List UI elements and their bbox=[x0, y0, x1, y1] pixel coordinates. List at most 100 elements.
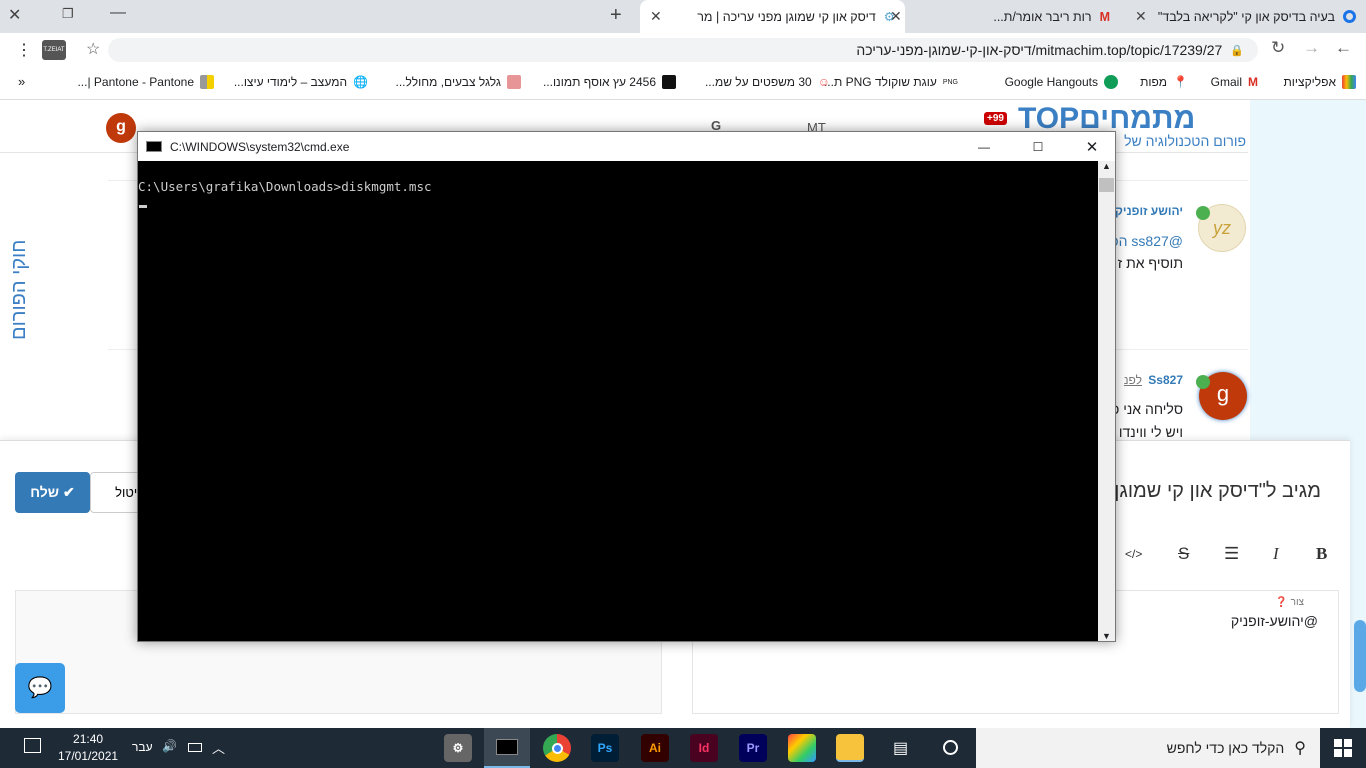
tab-active[interactable]: ⚙ דיסק און קי שמוגן מפני עריכה | מר ✕ bbox=[640, 0, 905, 33]
cmd-titlebar[interactable]: C:\WINDOWS\system32\cmd.exe — ☐ ✕ bbox=[138, 132, 1115, 161]
post-text: תוסיף את ז bbox=[1117, 255, 1183, 271]
post-text: סליחה אני כ bbox=[1111, 401, 1183, 417]
list-icon[interactable]: ☰ bbox=[1224, 544, 1239, 564]
online-status-icon bbox=[1196, 206, 1210, 220]
clock[interactable]: 21:40 17/01/2021 bbox=[58, 731, 118, 765]
chevron-up-icon[interactable]: ︿ bbox=[212, 738, 225, 757]
gmail-icon: M bbox=[1099, 9, 1110, 24]
close-tab-icon[interactable]: ✕ bbox=[890, 8, 902, 25]
apps-grid-icon bbox=[1342, 75, 1356, 89]
post-author[interactable]: Ss827 bbox=[1148, 373, 1183, 387]
chrome-icon[interactable] bbox=[543, 734, 571, 762]
bookmark-colorwheel[interactable]: גלגל צבעים, מחולל... bbox=[396, 75, 521, 89]
post-time[interactable]: לפנ bbox=[1124, 373, 1142, 387]
photoshop-icon[interactable]: Ps bbox=[591, 734, 619, 762]
reload-icon[interactable]: ↻ bbox=[1271, 38, 1285, 58]
forum-rules-tab[interactable]: חוקי הפורום bbox=[8, 240, 38, 350]
png-icon: PNG bbox=[942, 78, 958, 86]
cmd-scrollbar[interactable]: ▲ ▼ bbox=[1098, 161, 1115, 641]
windows-start-icon[interactable] bbox=[1334, 739, 1352, 757]
file-explorer-icon[interactable] bbox=[836, 734, 864, 762]
cmd-output-line: C:\Users\grafika\Downloads>diskmgmt.msc bbox=[138, 179, 432, 194]
address-bar[interactable]: 🔒 mitmachim.top/topic/17239/27/דיסק-און-… bbox=[108, 38, 1258, 62]
creative-cloud-icon[interactable] bbox=[788, 734, 816, 762]
bookmark-apps[interactable]: אפליקציות bbox=[1284, 75, 1356, 89]
color-swatch-icon bbox=[507, 75, 521, 89]
tab-title: רות ריבר אומר/ת... bbox=[993, 9, 1092, 24]
star-icon[interactable]: ☆ bbox=[86, 39, 100, 59]
taskbar-search[interactable]: ⚲ הקלד כאן כדי לחפש bbox=[976, 728, 1320, 768]
battery-icon[interactable] bbox=[188, 743, 202, 752]
gmail-icon: M bbox=[1248, 75, 1258, 89]
volume-icon[interactable]: 🔊 bbox=[162, 739, 177, 753]
submit-button[interactable]: שלח ✔ bbox=[15, 472, 90, 513]
bookmark-gmail[interactable]: M Gmail bbox=[1211, 75, 1258, 89]
tab-gmail[interactable]: M רות ריבר אומר/ת... ✕ bbox=[880, 0, 1120, 33]
help-icon[interactable]: ❓ bbox=[1275, 597, 1287, 608]
notification-badge[interactable]: +99 bbox=[984, 112, 1007, 125]
post-author[interactable]: יהושע זופניק bbox=[1115, 204, 1183, 218]
bookmark-label: המעצב – לימודי עיצו... bbox=[233, 75, 348, 89]
bookmark-hangouts[interactable]: Google Hangouts bbox=[1005, 75, 1118, 89]
strikethrough-icon[interactable]: S bbox=[1178, 544, 1189, 564]
bookmark-pantone[interactable]: Pantone - Pantone |... bbox=[77, 75, 214, 89]
language-indicator[interactable]: עבר bbox=[132, 740, 153, 754]
menu-icon[interactable]: ⋮ bbox=[16, 40, 32, 60]
lock-icon: 🔒 bbox=[1230, 44, 1244, 57]
copyleft-icon bbox=[662, 75, 676, 89]
smiley-icon: ☺ bbox=[817, 75, 830, 89]
bookmark-label: עוגת שוקולד PNG ת... bbox=[823, 75, 937, 89]
maximize-icon[interactable]: ☐ bbox=[1015, 140, 1061, 154]
editor-content: @יהושע-זופניק bbox=[1230, 613, 1318, 629]
post-text: ויש לי ווינדו bbox=[1118, 424, 1183, 440]
close-tab-icon[interactable]: ✕ bbox=[650, 8, 662, 25]
bookmark-label: גלגל צבעים, מחולל... bbox=[395, 75, 501, 89]
restore-window-icon[interactable]: ❐ bbox=[62, 6, 74, 22]
composer-title: מגיב ל"דיסק און קי שמוגן bbox=[1114, 480, 1321, 502]
new-tab-button[interactable]: + bbox=[610, 4, 622, 27]
close-window-icon[interactable]: ✕ bbox=[8, 5, 21, 25]
submit-label: שלח bbox=[30, 484, 60, 500]
code-icon[interactable]: </> bbox=[1125, 547, 1142, 561]
chat-button[interactable]: 💬 bbox=[15, 663, 65, 713]
premiere-icon[interactable]: Pr bbox=[739, 734, 767, 762]
close-tab-icon[interactable]: ✕ bbox=[1135, 8, 1147, 25]
user-avatar[interactable]: g bbox=[106, 113, 136, 143]
cmd-cursor bbox=[139, 205, 147, 208]
tab-disk[interactable]: בעיה בדיסק און קי "לקריאה בלבד" ✕ bbox=[1125, 0, 1366, 33]
notifications-icon[interactable] bbox=[24, 738, 41, 753]
bold-icon[interactable]: B bbox=[1316, 544, 1327, 564]
task-view-icon[interactable]: ▤ bbox=[893, 738, 908, 758]
bookmark-sentences[interactable]: ☺ 30 משפטים על שמ... bbox=[705, 75, 830, 89]
tab-title: דיסק און קי שמוגן מפני עריכה | מר bbox=[697, 9, 876, 24]
taskbar-cmd[interactable] bbox=[484, 728, 530, 768]
bookmark-label: 2456 עץ אוסף תמונו... bbox=[542, 75, 656, 89]
minimize-icon[interactable]: — bbox=[961, 140, 1007, 154]
bookmarks-bar: » אפליקציות M Gmail 📍 מפות Google Hangouts… bbox=[0, 66, 1366, 100]
forward-icon[interactable]: ← bbox=[1335, 38, 1352, 58]
italic-icon[interactable]: I bbox=[1273, 544, 1279, 564]
bookmark-maps[interactable]: 📍 מפות bbox=[1140, 75, 1188, 89]
bookmark-images[interactable]: 2456 עץ אוסף תמונו... bbox=[543, 75, 676, 89]
indesign-icon[interactable]: Id bbox=[690, 734, 718, 762]
illustrator-icon[interactable]: Ai bbox=[641, 734, 669, 762]
cortana-icon[interactable] bbox=[943, 740, 958, 755]
more-bookmarks-button[interactable]: » bbox=[18, 74, 25, 89]
close-icon[interactable]: ✕ bbox=[1069, 138, 1115, 156]
scrollbar-thumb[interactable] bbox=[1354, 620, 1366, 692]
back-icon[interactable]: → bbox=[1303, 38, 1320, 58]
profile-avatar[interactable]: T.ZEIAT bbox=[42, 40, 66, 60]
date: 17/01/2021 bbox=[58, 749, 119, 763]
tab-title: בעיה בדיסק און קי "לקריאה בלבד" bbox=[1157, 9, 1335, 24]
bookmark-label: Pantone - Pantone |... bbox=[77, 75, 194, 89]
post-mention[interactable]: @ss827 הכ bbox=[1111, 233, 1183, 249]
bookmark-label: Gmail bbox=[1210, 75, 1242, 89]
minimize-window-icon[interactable]: — bbox=[110, 4, 126, 22]
cmd-icon bbox=[146, 141, 162, 152]
help-label: צור bbox=[1290, 597, 1304, 608]
bookmark-designer[interactable]: 🌐 המעצב – לימודי עיצו... bbox=[234, 75, 368, 89]
app-icon[interactable]: ⚙ bbox=[444, 734, 472, 762]
search-icon: ⚲ bbox=[1294, 740, 1306, 757]
maps-icon: 📍 bbox=[1173, 75, 1188, 89]
bookmark-png[interactable]: PNG עוגת שוקולד PNG ת... bbox=[824, 75, 958, 89]
